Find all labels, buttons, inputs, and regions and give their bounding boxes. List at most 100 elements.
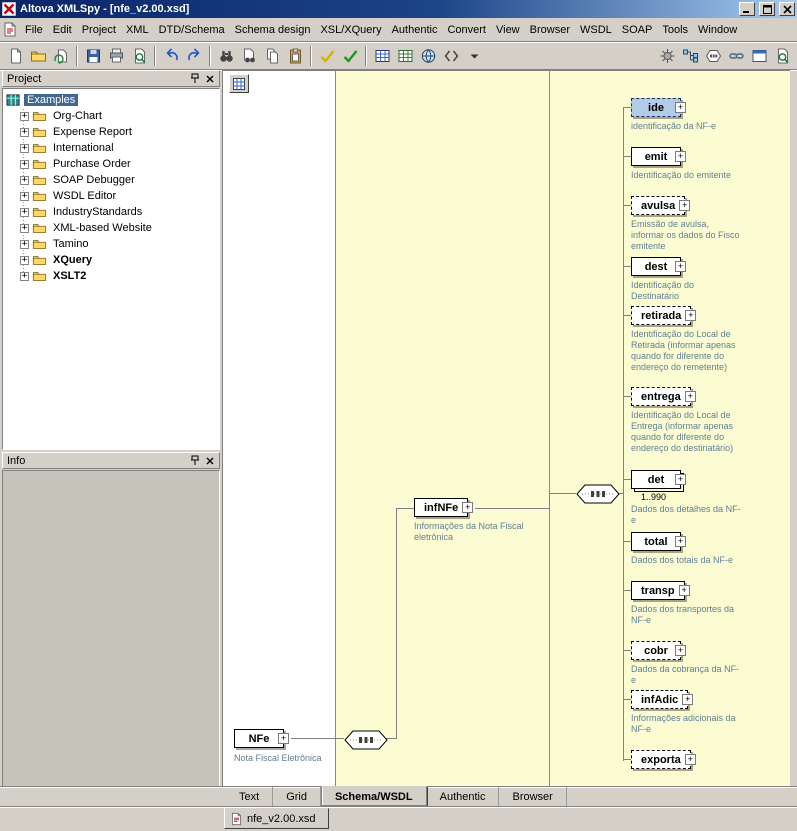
- show-globals-button[interactable]: [229, 74, 249, 93]
- expand-plus-icon[interactable]: +: [20, 112, 29, 121]
- undo-button[interactable]: [160, 45, 182, 67]
- schema-element-infadic[interactable]: infAdic+: [631, 690, 688, 709]
- display-diagram-button[interactable]: [679, 45, 701, 67]
- markup-button[interactable]: [440, 45, 462, 67]
- sequence-compositor-button[interactable]: [702, 45, 724, 67]
- expand-plus-icon[interactable]: +: [675, 536, 686, 547]
- toolbar-overflow-button[interactable]: [463, 45, 485, 67]
- expand-plus-icon[interactable]: +: [20, 224, 29, 233]
- zoom-button[interactable]: [771, 45, 793, 67]
- pin-icon[interactable]: [187, 454, 202, 467]
- project-tree-item-international[interactable]: +International: [6, 140, 219, 156]
- link-schema-button[interactable]: [725, 45, 747, 67]
- view-tab-authentic[interactable]: Authentic: [427, 787, 500, 806]
- info-panel-close-icon[interactable]: [202, 454, 217, 467]
- schema-element-entrega[interactable]: entrega+: [631, 387, 691, 406]
- menu-file[interactable]: File: [20, 20, 48, 40]
- open-file-button[interactable]: [27, 45, 49, 67]
- expand-plus-icon[interactable]: +: [20, 144, 29, 153]
- find-button[interactable]: [215, 45, 237, 67]
- schema-element-retirada[interactable]: retirada+: [631, 306, 691, 325]
- schema-design-canvas[interactable]: NFe+Nota Fiscal EletrônicainfNFe+Informa…: [222, 70, 790, 786]
- minimize-button[interactable]: [739, 2, 755, 16]
- view-tab-schema-wsdl[interactable]: Schema/WSDL: [321, 786, 427, 806]
- active-document-icon[interactable]: [3, 22, 17, 37]
- project-tree-item-xslt2[interactable]: +XSLT2: [6, 268, 219, 284]
- expand-plus-icon[interactable]: +: [20, 240, 29, 249]
- window-layout-button[interactable]: [748, 45, 770, 67]
- schema-element-infnfe[interactable]: infNFe+: [414, 498, 468, 517]
- schema-settings-button[interactable]: [656, 45, 678, 67]
- project-tree-item-expense-report[interactable]: +Expense Report: [6, 124, 219, 140]
- expand-plus-icon[interactable]: +: [20, 176, 29, 185]
- project-panel-close-icon[interactable]: [202, 72, 217, 85]
- project-tree-item-soap-debugger[interactable]: +SOAP Debugger: [6, 172, 219, 188]
- project-tree-item-xquery[interactable]: +XQuery: [6, 252, 219, 268]
- expand-plus-icon[interactable]: +: [685, 391, 696, 402]
- print-preview-button[interactable]: [128, 45, 150, 67]
- menu-wsdl[interactable]: WSDL: [575, 20, 617, 40]
- expand-plus-icon[interactable]: +: [685, 310, 696, 321]
- schema-element-transp[interactable]: transp+: [631, 581, 685, 600]
- expand-plus-icon[interactable]: +: [20, 128, 29, 137]
- project-tree-item-examples[interactable]: Examples: [6, 92, 219, 108]
- menu-convert[interactable]: Convert: [442, 20, 491, 40]
- project-tree-item-purchase-order[interactable]: +Purchase Order: [6, 156, 219, 172]
- menu-authentic[interactable]: Authentic: [387, 20, 443, 40]
- menu-xsl-xquery[interactable]: XSL/XQuery: [315, 20, 386, 40]
- schema-element-avulsa[interactable]: avulsa+: [631, 196, 685, 215]
- sequence-compositor-icon[interactable]: [344, 730, 388, 750]
- expand-plus-icon[interactable]: +: [679, 585, 690, 596]
- redo-button[interactable]: [183, 45, 205, 67]
- expand-plus-icon[interactable]: +: [20, 192, 29, 201]
- menu-tools[interactable]: Tools: [657, 20, 693, 40]
- project-tree-item-wsdl-editor[interactable]: +WSDL Editor: [6, 188, 219, 204]
- expand-plus-icon[interactable]: +: [675, 151, 686, 162]
- expand-plus-icon[interactable]: +: [675, 645, 686, 656]
- expand-plus-icon[interactable]: +: [20, 256, 29, 265]
- expand-plus-icon[interactable]: +: [462, 502, 473, 513]
- find-in-files-button[interactable]: [238, 45, 260, 67]
- view-tab-grid[interactable]: Grid: [273, 787, 321, 806]
- menu-project[interactable]: Project: [77, 20, 121, 40]
- grid-view-button[interactable]: [371, 45, 393, 67]
- paste-button[interactable]: [284, 45, 306, 67]
- file-tab-nfe-v2-00-xsd[interactable]: nfe_v2.00.xsd: [224, 808, 329, 829]
- menu-view[interactable]: View: [491, 20, 525, 40]
- copy-button[interactable]: [261, 45, 283, 67]
- schema-element-cobr[interactable]: cobr+: [631, 641, 681, 660]
- menu-schema-design[interactable]: Schema design: [230, 20, 316, 40]
- project-tree-item-industrystandards[interactable]: +IndustryStandards: [6, 204, 219, 220]
- view-tab-text[interactable]: Text: [226, 787, 273, 806]
- schema-element-total[interactable]: total+: [631, 532, 681, 551]
- view-tab-browser[interactable]: Browser: [499, 787, 566, 806]
- menu-xml[interactable]: XML: [121, 20, 154, 40]
- validate-button[interactable]: [339, 45, 361, 67]
- pin-icon[interactable]: [187, 72, 202, 85]
- sequence-compositor-icon[interactable]: [576, 484, 620, 504]
- menu-soap[interactable]: SOAP: [617, 20, 658, 40]
- schema-element-det[interactable]: det+: [631, 470, 681, 489]
- new-file-button[interactable]: [4, 45, 26, 67]
- expand-plus-icon[interactable]: +: [278, 733, 289, 744]
- expand-plus-icon[interactable]: +: [20, 272, 29, 281]
- menu-edit[interactable]: Edit: [48, 20, 77, 40]
- close-button[interactable]: [779, 2, 795, 16]
- project-tree-item-xml-based-website[interactable]: +XML-based Website: [6, 220, 219, 236]
- maximize-button[interactable]: [759, 2, 775, 16]
- expand-plus-icon[interactable]: +: [682, 694, 693, 705]
- project-tree-item-tamino[interactable]: +Tamino: [6, 236, 219, 252]
- reload-file-button[interactable]: [50, 45, 72, 67]
- expand-plus-icon[interactable]: +: [675, 102, 686, 113]
- schema-element-emit[interactable]: emit+: [631, 147, 681, 166]
- schema-element-ide[interactable]: ide+: [631, 98, 681, 117]
- expand-plus-icon[interactable]: +: [679, 200, 690, 211]
- menu-window[interactable]: Window: [693, 20, 742, 40]
- schema-element-nfe[interactable]: NFe+: [234, 729, 284, 748]
- expand-plus-icon[interactable]: +: [685, 754, 696, 765]
- check-wellformed-button[interactable]: [316, 45, 338, 67]
- schema-element-dest[interactable]: dest+: [631, 257, 681, 276]
- print-button[interactable]: [105, 45, 127, 67]
- schema-element-exporta[interactable]: exporta+: [631, 750, 691, 769]
- project-tree-item-org-chart[interactable]: +Org-Chart: [6, 108, 219, 124]
